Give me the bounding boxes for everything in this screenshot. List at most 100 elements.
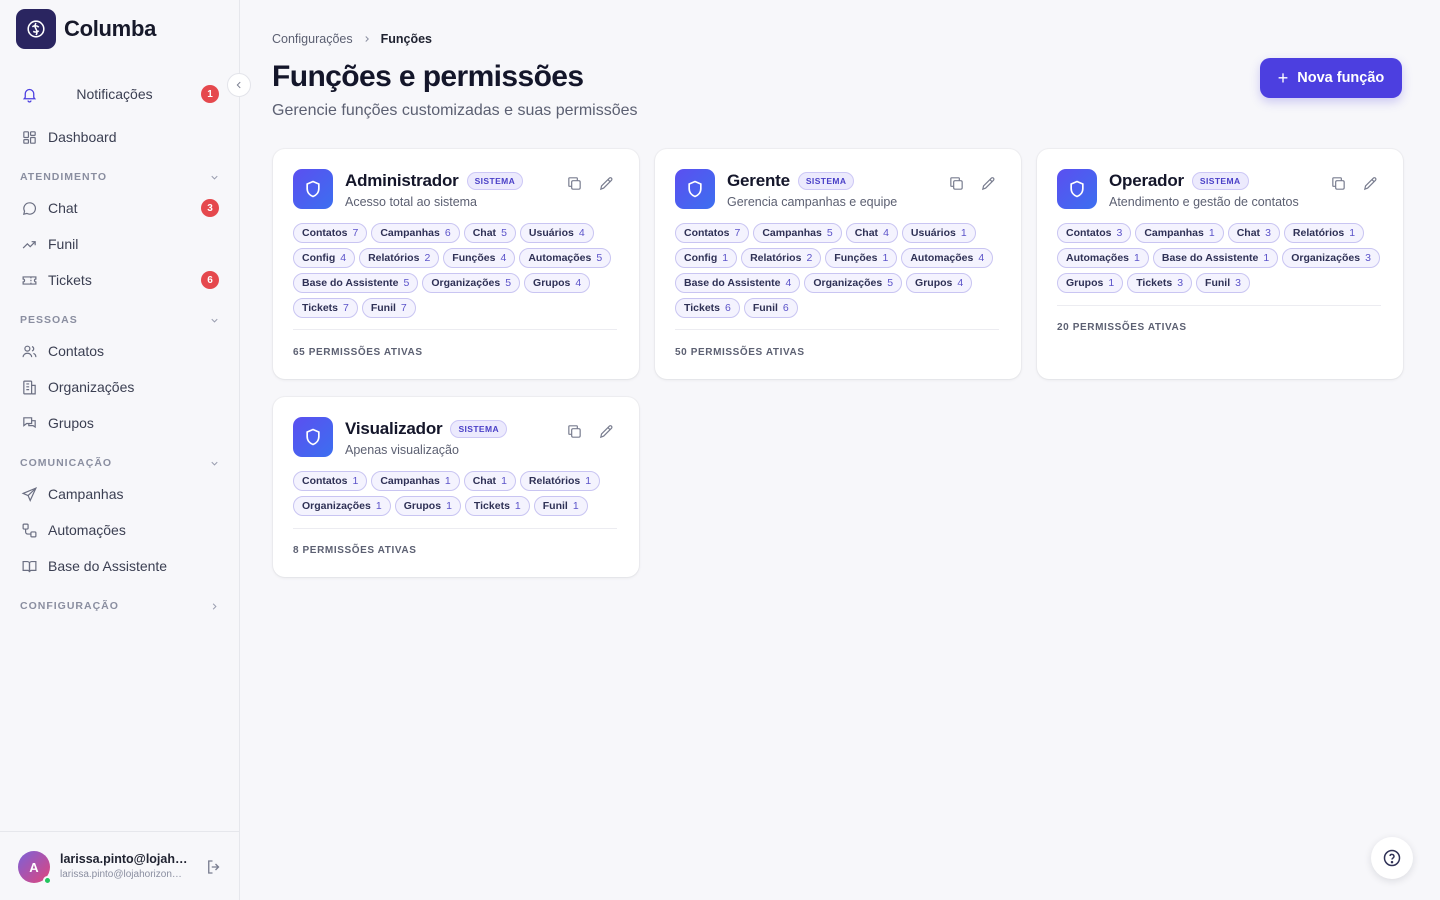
edit-role-button[interactable] [979, 174, 997, 192]
edit-role-button[interactable] [597, 174, 615, 192]
edit-role-button[interactable] [597, 422, 615, 440]
permission-label: Campanhas [1144, 227, 1204, 239]
user-profile[interactable]: A larissa.pinto@lojahorizonte.com lariss… [0, 831, 240, 900]
collapse-sidebar-button[interactable] [227, 73, 251, 97]
permission-label: Chat [472, 227, 497, 239]
shield-icon [293, 417, 333, 457]
logout-button[interactable] [205, 858, 223, 881]
logout-icon [208, 860, 220, 874]
duplicate-role-button[interactable] [565, 174, 583, 192]
permission-chip: Chat 5 [463, 223, 516, 243]
permission-chip: Usuários 4 [519, 223, 594, 243]
permission-chip: Tickets 6 [675, 298, 740, 318]
permission-chip: Organizações 1 [293, 496, 391, 516]
section-pessoas[interactable]: PESSOAS [20, 312, 220, 328]
new-role-button[interactable]: + Nova função [1260, 58, 1402, 98]
permission-label: Usuários [910, 227, 956, 239]
dashboard-grid-icon [20, 128, 38, 146]
brand[interactable]: Columba [16, 9, 156, 49]
permission-count: 5 [403, 277, 410, 289]
permission-label: Contatos [302, 475, 348, 487]
section-configuracao[interactable]: CONFIGURAÇÃO [20, 598, 220, 614]
permission-chip: Contatos 7 [675, 223, 750, 243]
permission-count: 3 [1235, 277, 1241, 289]
sidebar-item-label: Funil [48, 236, 79, 252]
duplicate-role-button[interactable] [947, 174, 965, 192]
permission-count: 1 [444, 475, 451, 487]
permission-count: 2 [424, 252, 431, 264]
card-divider [675, 329, 999, 330]
permission-chip: Organizações 5 [422, 273, 521, 293]
permission-chip: Organizações 5 [804, 273, 903, 293]
breadcrumb-link-configuracoes[interactable]: Configurações [272, 32, 353, 46]
permission-label: Chat [854, 227, 879, 239]
permission-chip: Base do Assistente 1 [1152, 248, 1279, 268]
permission-count: 4 [575, 277, 582, 289]
active-permissions-count: 50 PERMISSÕES ATIVAS [675, 347, 805, 358]
system-badge: SISTEMA [797, 172, 855, 190]
sidebar-item-chat[interactable]: Chat 3 [12, 192, 228, 224]
sidebar-item-label: Contatos [48, 343, 105, 359]
permission-count: 1 [1208, 227, 1215, 239]
permission-count: 6 [782, 302, 789, 314]
sidebar-item-tickets[interactable]: Tickets 6 [12, 264, 228, 296]
user-email: larissa.pinto@lojahorizonte.com [60, 869, 184, 880]
sidebar-item-label: Base do Assistente [48, 558, 168, 574]
section-atendimento[interactable]: ATENDIMENTO [20, 169, 220, 185]
edit-role-button[interactable] [1361, 174, 1379, 192]
sidebar-item-notificacoes[interactable]: Notificações 1 [12, 78, 228, 110]
duplicate-role-button[interactable] [565, 422, 583, 440]
permission-count: 4 [978, 252, 985, 264]
shield-icon [293, 169, 333, 209]
duplicate-role-button[interactable] [1329, 174, 1347, 192]
columba-logo-icon [16, 9, 56, 49]
section-comunicacao[interactable]: COMUNICAÇÃO [20, 455, 220, 471]
permission-label: Relatórios [528, 475, 581, 487]
new-role-button-label: Nova função [1297, 70, 1385, 86]
page-title: Funções e permissões [272, 60, 584, 93]
permission-label: Usuários [528, 227, 574, 239]
active-permissions-count: 65 PERMISSÕES ATIVAS [293, 347, 423, 358]
permission-label: Funil [752, 302, 778, 314]
permission-chip: Relatórios 2 [741, 248, 822, 268]
section-title: COMUNICAÇÃO [20, 457, 113, 469]
role-card[interactable]: Administrador SISTEMA Acesso total ao sist… [273, 149, 639, 379]
permission-count: 5 [596, 252, 603, 264]
role-card[interactable]: Gerente SISTEMA Gerencia campanhas e equip… [655, 149, 1021, 379]
permission-count: 1 [960, 227, 967, 239]
role-card[interactable]: Visualizador SISTEMA Apenas visualização Co… [273, 397, 639, 577]
permission-count: 5 [887, 277, 894, 289]
permission-chip: Config 1 [675, 248, 738, 268]
role-name: Visualizador [345, 419, 443, 438]
role-card[interactable]: Operador SISTEMA Atendimento e gestão de c… [1037, 149, 1403, 379]
permission-label: Chat [1236, 227, 1261, 239]
active-permissions-count: 8 PERMISSÕES ATIVAS [293, 545, 417, 556]
shield-icon [1057, 169, 1097, 209]
permission-chip: Contatos 1 [293, 471, 368, 491]
role-name: Gerente [727, 171, 790, 190]
permission-chip: Base do Assistente 4 [675, 273, 801, 293]
permission-label: Grupos [1066, 277, 1104, 289]
permission-label: Relatórios [750, 252, 802, 264]
sidebar-item-automacoes[interactable]: Automações [12, 514, 228, 546]
permission-chip: Relatórios 1 [1283, 223, 1365, 243]
sidebar-item-organizacoes[interactable]: Organizações [12, 371, 228, 403]
permission-chip: Organizações 3 [1282, 248, 1380, 268]
permission-count: 7 [343, 302, 349, 314]
online-status-indicator [43, 876, 52, 885]
sidebar-item-contatos[interactable]: Contatos [12, 335, 228, 367]
permission-count: 5 [501, 227, 507, 239]
permission-label: Funil [370, 302, 396, 314]
sidebar-item-funil[interactable]: Funil [12, 228, 228, 260]
pencil-icon [980, 175, 997, 192]
permission-chips: Contatos 1 Campanhas 1 Chat 1 Relatórios 1 Organ… [293, 471, 623, 521]
sidebar-item-grupos[interactable]: Grupos [12, 407, 228, 439]
sidebar: Columba Notificações 1 Dashboard ATENDIM… [0, 0, 251, 900]
sidebar-item-campanhas[interactable]: Campanhas [12, 478, 228, 510]
permission-chips: Contatos 3 Campanhas 1 Chat 3 Relatórios 1 Autom… [1057, 223, 1387, 298]
sidebar-item-dashboard[interactable]: Dashboard [12, 121, 228, 153]
page-subtitle: Gerencie funções customizadas e suas per… [272, 102, 638, 119]
help-button[interactable] [1371, 837, 1413, 879]
permission-chip: Relatórios 1 [519, 471, 601, 491]
sidebar-item-base-assistente[interactable]: Base do Assistente [12, 550, 228, 582]
